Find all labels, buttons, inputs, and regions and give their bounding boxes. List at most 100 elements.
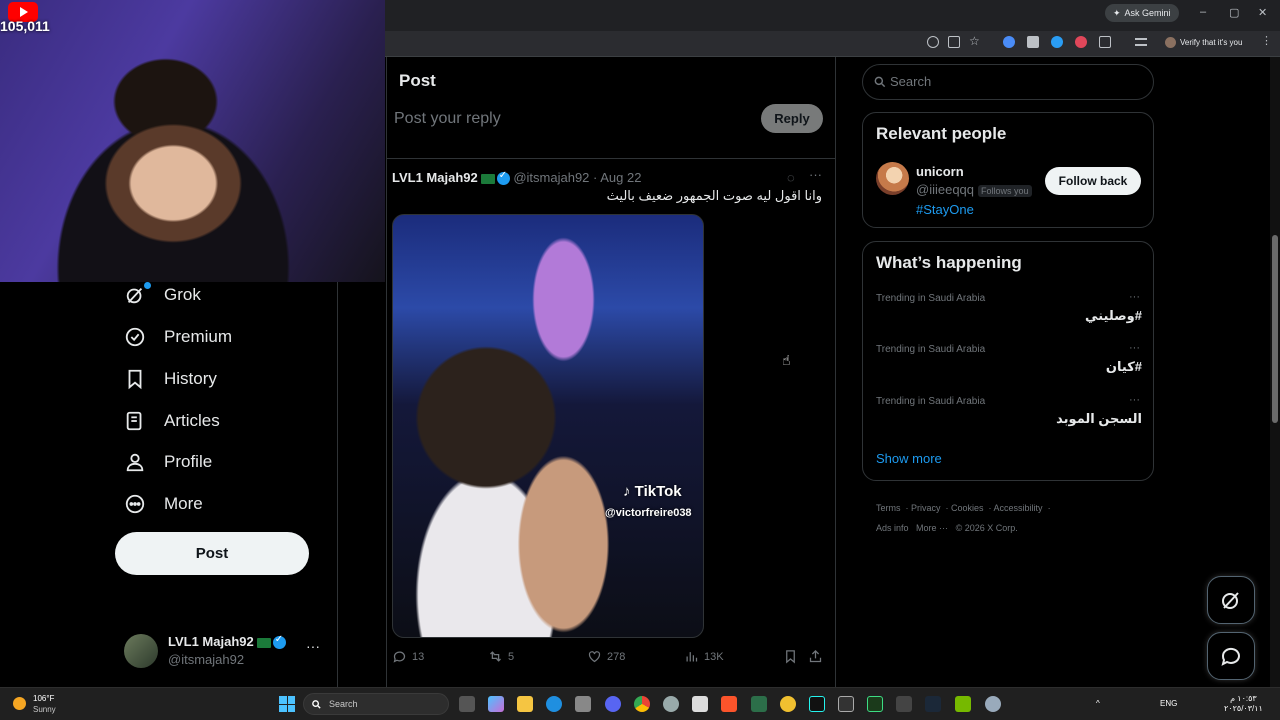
share-action[interactable]: [808, 649, 823, 664]
settings-icon[interactable]: [985, 696, 1001, 712]
account-more-icon[interactable]: ···: [306, 638, 320, 654]
file-explorer-icon[interactable]: [517, 696, 533, 712]
person-bio-link[interactable]: #StayOne: [916, 202, 974, 217]
avatar[interactable]: [876, 162, 909, 195]
tweet-author-name[interactable]: LVL1 Majah92: [392, 170, 478, 185]
trend-more-icon[interactable]: ···: [1129, 342, 1140, 354]
trend-name: #وصليني: [1085, 308, 1142, 323]
footer-link[interactable]: Privacy: [911, 503, 941, 513]
task-view-icon[interactable]: [459, 696, 475, 712]
app-green-icon[interactable]: [867, 696, 883, 712]
browser-menu-icon[interactable]: ⋮: [1261, 34, 1273, 47]
store-icon[interactable]: [575, 696, 591, 712]
app-icon[interactable]: [692, 696, 708, 712]
trend-more-icon[interactable]: ···: [1129, 291, 1140, 303]
repost-icon: [490, 651, 501, 662]
views-action[interactable]: 13K: [684, 649, 724, 664]
extension-blue-icon[interactable]: [1051, 36, 1063, 48]
nav-history[interactable]: History: [124, 368, 217, 390]
account-switcher[interactable]: LVL1 Majah92 @itsmajah92 ···: [124, 632, 324, 670]
trend-item[interactable]: Trending in Saudi Arabia ··· #كيان: [876, 342, 1142, 388]
nav-premium[interactable]: Premium: [124, 326, 232, 348]
reply-input[interactable]: Post your reply: [394, 110, 501, 128]
tweet-video[interactable]: ♪ TikTok @victorfreire038: [392, 214, 704, 638]
search-field[interactable]: [862, 64, 1154, 100]
footer-link[interactable]: Cookies: [951, 503, 984, 513]
like-action[interactable]: 278: [587, 649, 625, 664]
post-button[interactable]: Post: [115, 532, 309, 575]
app-yellow-icon[interactable]: [780, 696, 796, 712]
weather-condition[interactable]: Sunny: [33, 705, 56, 714]
nav-label: Grok: [164, 285, 201, 304]
nav-grok[interactable]: Grok: [124, 284, 201, 306]
tray-chevron-icon[interactable]: ^: [1096, 699, 1100, 708]
divider: [387, 158, 835, 159]
show-more-link[interactable]: Show more: [876, 451, 942, 466]
star-icon[interactable]: ☆: [969, 34, 981, 48]
bookmark-action[interactable]: [783, 649, 798, 664]
weather-temp[interactable]: 106°F: [33, 694, 54, 703]
extension-red-icon[interactable]: [1075, 36, 1087, 48]
footer-link[interactable]: Terms: [876, 503, 901, 513]
nav-profile[interactable]: Profile: [124, 451, 212, 473]
reply-button[interactable]: Reply: [761, 104, 823, 133]
card-title: Relevant people: [876, 124, 1007, 143]
nvidia-icon[interactable]: [955, 696, 971, 712]
extensions-puzzle-icon[interactable]: [1099, 36, 1111, 48]
reply-action[interactable]: 13: [392, 649, 424, 664]
ask-gemini-button[interactable]: ✦ Ask Gemini: [1105, 4, 1179, 22]
nav-more[interactable]: More: [124, 493, 203, 515]
search-input[interactable]: [890, 74, 1140, 89]
follow-back-button[interactable]: Follow back: [1045, 167, 1141, 195]
clock-time: ١٠:٥٣ م: [1230, 694, 1257, 703]
tweet-more-icon[interactable]: ···: [809, 167, 822, 182]
trend-category: Trending in Saudi Arabia: [876, 396, 986, 407]
messages-fab-button[interactable]: [1207, 632, 1255, 680]
install-app-icon[interactable]: [948, 36, 960, 48]
person-name[interactable]: unicorn: [916, 164, 964, 179]
obs-icon[interactable]: [663, 696, 679, 712]
message-icon: [1221, 647, 1240, 666]
trend-item[interactable]: Trending in Saudi Arabia ··· #وصليني: [876, 291, 1142, 337]
footer-link[interactable]: Accessibility: [994, 503, 1043, 513]
nav-articles[interactable]: Articles: [124, 410, 220, 432]
extension-icon[interactable]: [1027, 36, 1039, 48]
brave-icon[interactable]: [721, 696, 737, 712]
repost-action[interactable]: 5: [488, 649, 514, 664]
scrollbar-thumb[interactable]: [1272, 235, 1278, 423]
edge-icon[interactable]: [546, 696, 562, 712]
maximize-button[interactable]: ▢: [1229, 6, 1239, 19]
profile-verify-button[interactable]: Verify that it's you: [1160, 34, 1247, 50]
footer-link[interactable]: More ···: [916, 523, 948, 533]
close-window-button[interactable]: ✕: [1258, 6, 1267, 19]
capcut-icon[interactable]: [896, 696, 912, 712]
extension-audio-icon[interactable]: [1003, 36, 1015, 48]
taskbar-search[interactable]: Search: [303, 693, 449, 715]
share-icon: [809, 649, 822, 663]
footer-link[interactable]: Ads info: [876, 523, 909, 533]
chrome-icon[interactable]: [634, 696, 650, 712]
grok-icon: [126, 287, 143, 304]
zoom-icon[interactable]: [927, 36, 939, 48]
person-handle: @iiieeqqq: [916, 182, 975, 197]
nav-label: Premium: [164, 327, 233, 346]
trend-item[interactable]: Trending in Saudi Arabia ··· السجن الموب…: [876, 394, 1142, 440]
tab-search-icon[interactable]: [1135, 38, 1147, 46]
steam-icon[interactable]: [925, 696, 941, 712]
discord-icon[interactable]: [605, 696, 621, 712]
minimize-button[interactable]: –: [1200, 6, 1206, 18]
copilot-icon[interactable]: [488, 696, 504, 712]
grok-fab-button[interactable]: [1207, 576, 1255, 624]
reply-count: 13: [412, 650, 425, 663]
trend-more-icon[interactable]: ···: [1129, 394, 1140, 406]
avatar: [124, 634, 158, 668]
windows-start-icon[interactable]: [279, 696, 295, 712]
openai-icon[interactable]: [838, 696, 854, 712]
clock[interactable]: ١٠:٥٣ م ٢٠٢٥/٠٣/١١: [1224, 694, 1263, 714]
search-icon: [874, 76, 886, 88]
xbox-icon[interactable]: [751, 696, 767, 712]
tiktok-app-icon[interactable]: [809, 696, 825, 712]
sun-icon[interactable]: [13, 697, 26, 710]
grok-explain-icon[interactable]: ◌: [787, 170, 795, 185]
language-indicator[interactable]: ENG: [1160, 699, 1177, 708]
